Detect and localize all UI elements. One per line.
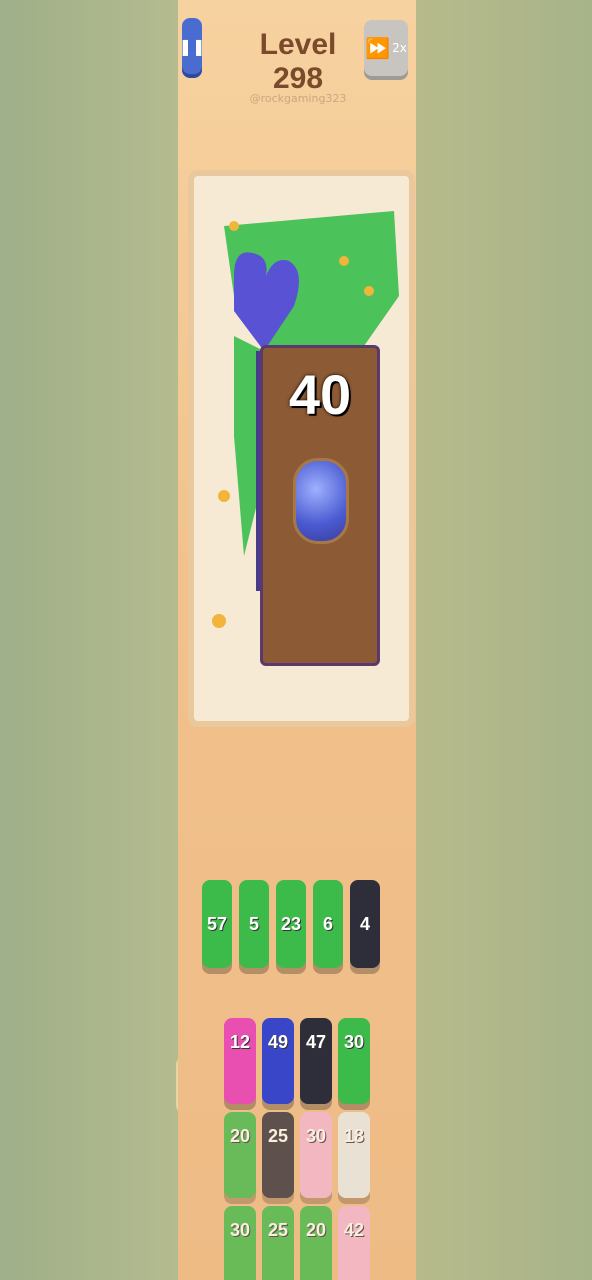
watermark: @rockgaming323	[249, 92, 347, 105]
grid-block[interactable]: 47	[300, 1018, 332, 1104]
level-title: Level 298	[259, 28, 337, 95]
game-area: ❚❚ Level 298 @rockgaming323 ⏩ 2x 40 57 5…	[178, 0, 416, 1280]
queue-block[interactable]: 57	[202, 880, 232, 968]
block-grid: 12 49 47 30 20 25 30 18 30 25 20 42	[224, 1018, 374, 1280]
grid-block[interactable]: 20	[224, 1112, 256, 1198]
grid-block[interactable]: 30	[338, 1018, 370, 1104]
pause-icon: ❚❚	[178, 36, 206, 56]
tile-counter-number: 40	[288, 363, 352, 426]
pause-button[interactable]: ❚❚	[179, 18, 205, 74]
grid-block[interactable]: 12	[224, 1018, 256, 1104]
grid-block[interactable]: 18	[338, 1112, 370, 1198]
block-queue: 57 5 23 6 4	[202, 880, 392, 968]
jar-icon	[293, 458, 349, 544]
queue-block[interactable]: 6	[313, 880, 343, 968]
queue-block[interactable]: 5	[239, 880, 269, 968]
queue-block[interactable]: 23	[276, 880, 306, 968]
speed-button[interactable]: ⏩ 2x	[364, 20, 408, 76]
grid-block[interactable]: 49	[262, 1018, 294, 1104]
queue-block[interactable]: 4	[350, 880, 380, 968]
grid-block[interactable]: 25	[262, 1206, 294, 1280]
grid-block[interactable]: 42	[338, 1206, 370, 1280]
tile-counter-box: 40	[260, 345, 380, 666]
background-right	[416, 0, 592, 1280]
grid-block[interactable]: 30	[224, 1206, 256, 1280]
grid-block[interactable]: 20	[300, 1206, 332, 1280]
grid-block[interactable]: 30	[300, 1112, 332, 1198]
speed-label: 2x	[392, 41, 407, 55]
background-left	[0, 0, 178, 1280]
fast-forward-icon: ⏩	[365, 36, 391, 60]
grid-block[interactable]: 25	[262, 1112, 294, 1198]
